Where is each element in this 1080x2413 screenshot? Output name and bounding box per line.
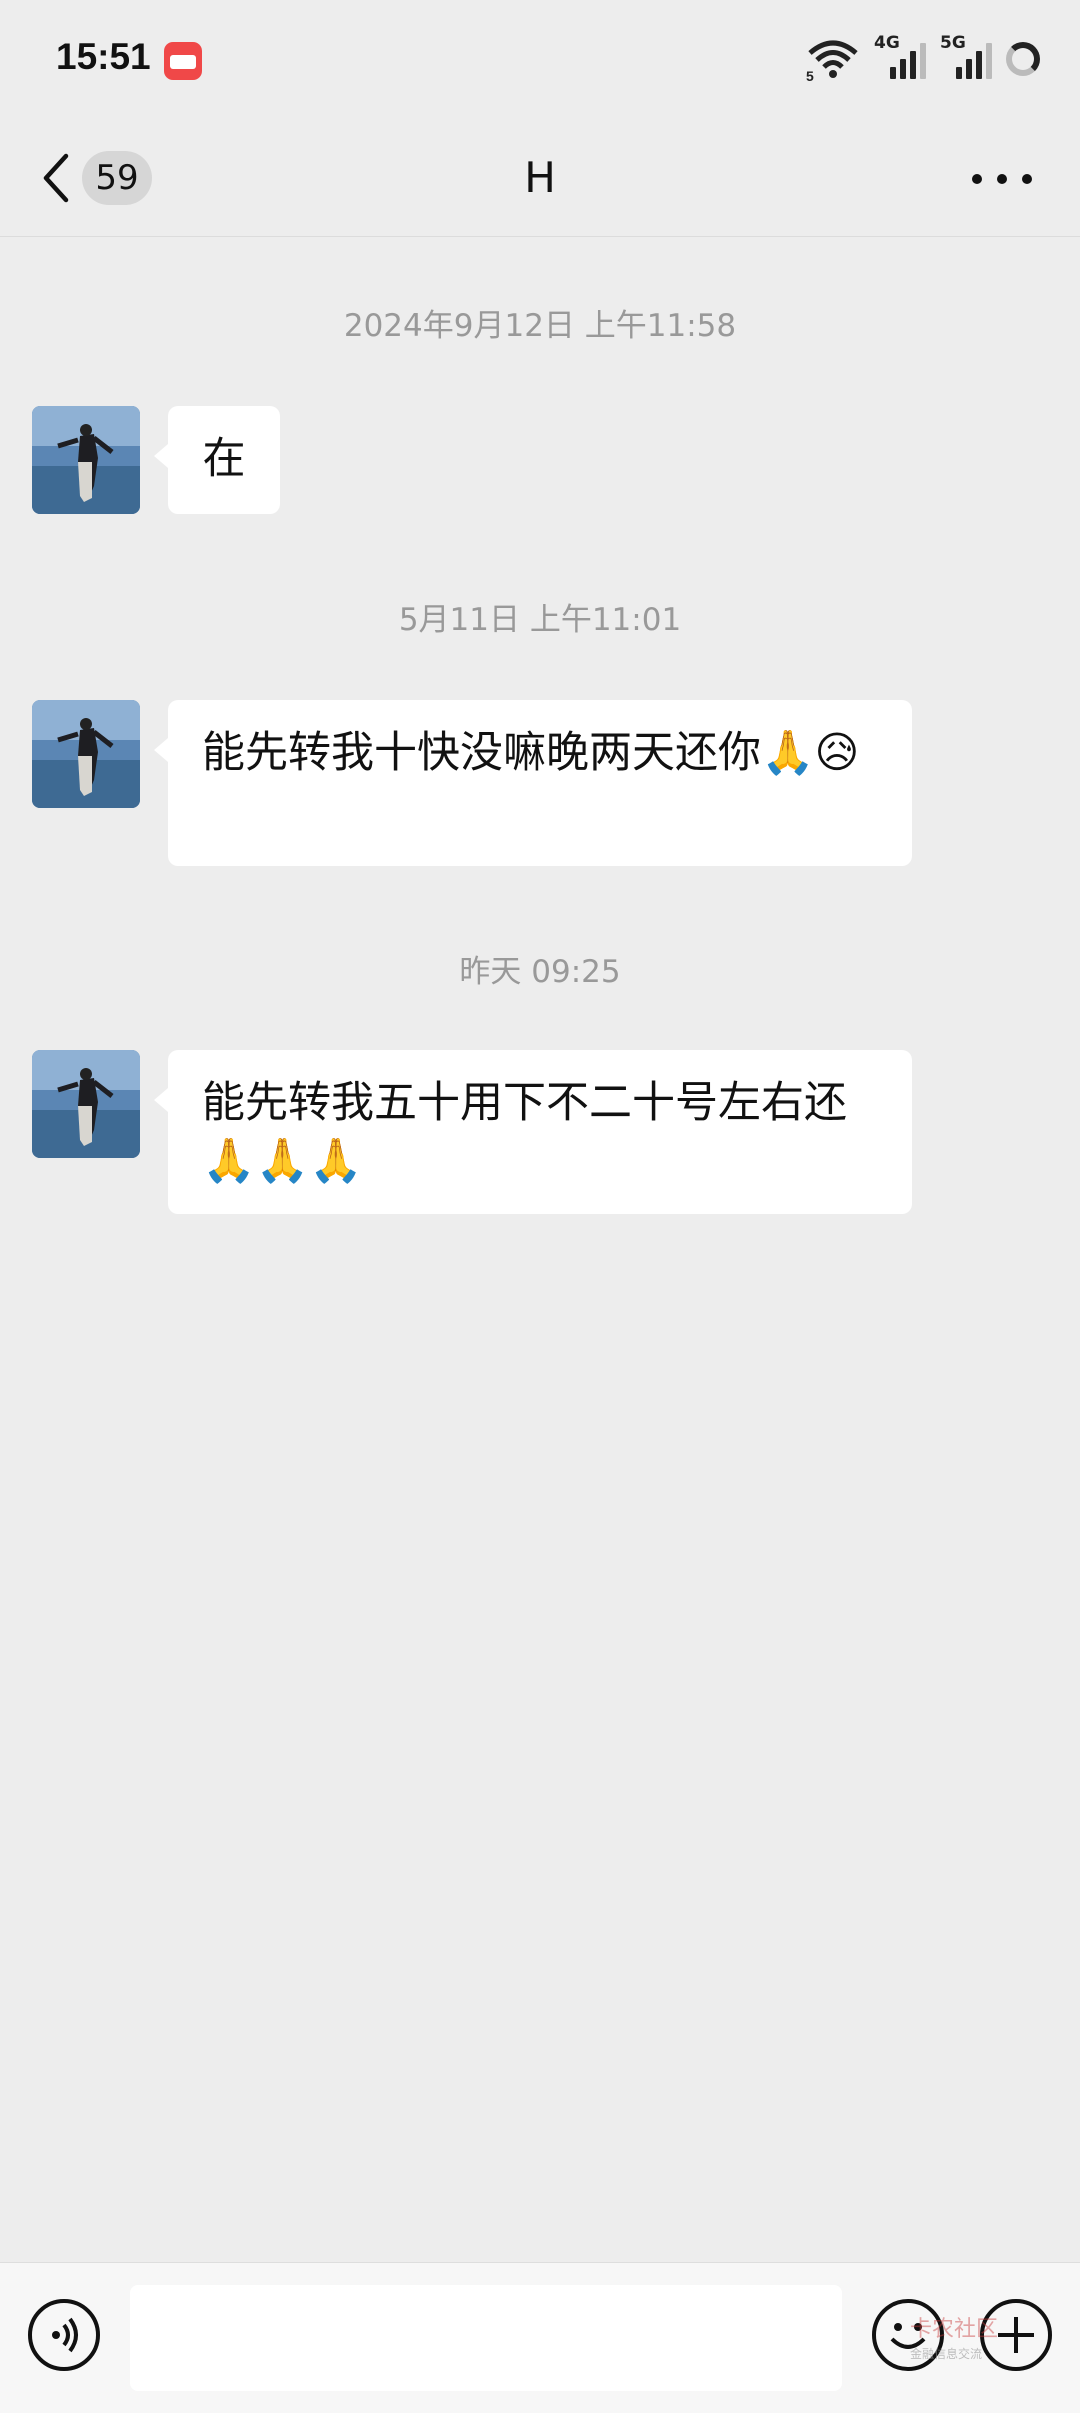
voice-button[interactable]	[28, 2299, 100, 2371]
message-timestamp: 昨天 09:25	[459, 954, 621, 990]
signal-4g-icon: 4G	[874, 33, 926, 81]
message-bubble[interactable]: 能先转我五十用下不二十号左右还🙏🙏🙏	[154, 1050, 912, 1214]
more-dots-icon	[972, 174, 982, 184]
wifi-label: 5	[806, 68, 814, 81]
avatar[interactable]	[32, 700, 140, 808]
avatar[interactable]	[32, 1050, 140, 1158]
plus-button[interactable]	[980, 2299, 1052, 2371]
status-icons: 5 4G 5G	[806, 33, 1040, 84]
more-button[interactable]	[972, 164, 1032, 194]
clock: 15:51	[56, 36, 151, 77]
plus-icon	[998, 2317, 1034, 2353]
emoji-icon	[890, 2323, 926, 2349]
message-bubble[interactable]: 在	[154, 406, 280, 514]
news-app-icon	[164, 42, 202, 80]
message-bubble[interactable]: 能先转我十快没嘛晚两天还你🙏😥	[154, 700, 912, 866]
message-timestamp: 5月11日 上午11:01	[398, 602, 682, 638]
chat-header: 59 H	[0, 120, 1080, 237]
message-timestamp: 2024年9月12日 上午11:58	[343, 308, 737, 344]
voice-icon	[52, 2317, 78, 2353]
input-bar	[0, 2262, 1080, 2413]
message-input[interactable]	[130, 2285, 842, 2391]
emoji-button[interactable]	[872, 2299, 944, 2371]
status-bar: 15:51 5 4G 5G	[0, 0, 1080, 120]
wifi-icon: 5	[806, 40, 858, 81]
battery-icon	[1006, 42, 1040, 76]
avatar[interactable]	[32, 406, 140, 514]
signal-5g-icon: 5G	[940, 33, 992, 81]
chat-title: H	[524, 153, 556, 202]
